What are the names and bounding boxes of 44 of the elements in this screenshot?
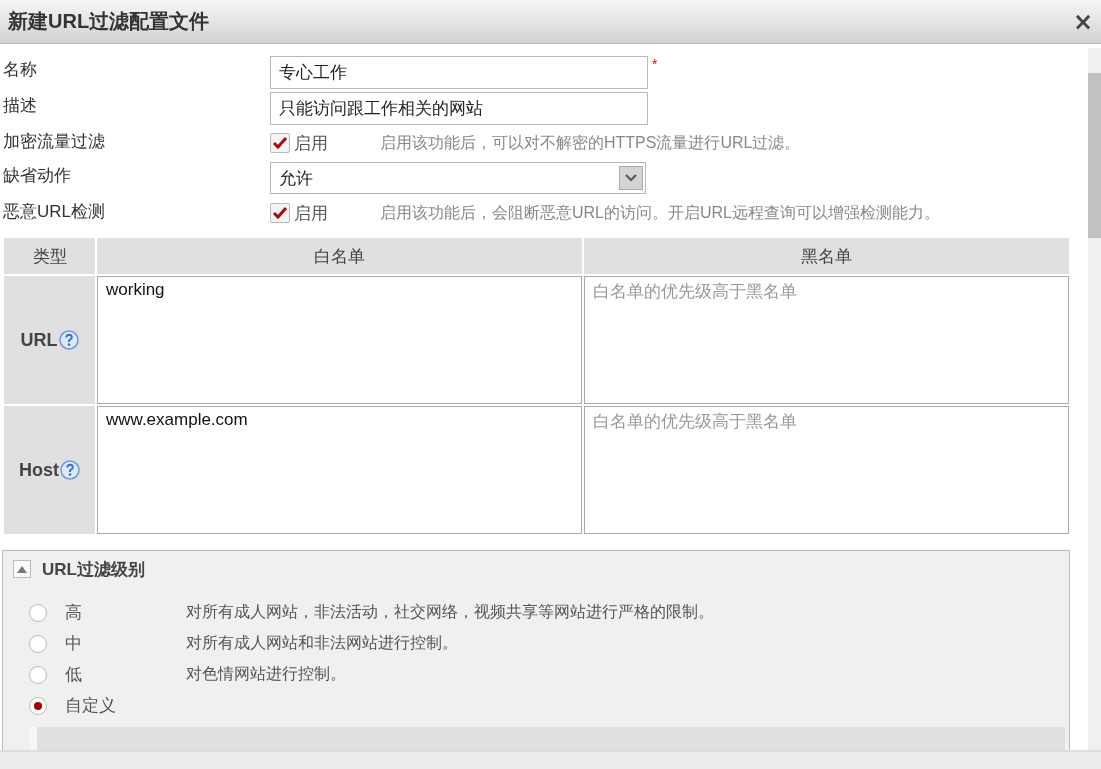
hint-text: 启用该功能后，会阻断恶意URL的访问。开启URL远程查询可以增强检测能力。 bbox=[380, 202, 940, 223]
field-label: 缺省动作 bbox=[2, 165, 72, 187]
radio-button[interactable] bbox=[29, 665, 47, 684]
chevron-down-icon bbox=[619, 166, 643, 190]
checkbox[interactable] bbox=[270, 133, 290, 153]
list-field[interactable]: 白名单的优先级高于黑名单 bbox=[584, 406, 1069, 534]
radio-label: 中 bbox=[65, 633, 83, 655]
text-field[interactable]: 专心工作 bbox=[270, 55, 648, 89]
field-label: 描述 bbox=[2, 95, 38, 117]
help-icon[interactable] bbox=[60, 460, 80, 480]
caret-up-icon bbox=[17, 565, 27, 573]
list-field[interactable]: working bbox=[97, 276, 582, 404]
list-field[interactable]: 白名单的优先级高于黑名单 bbox=[584, 276, 1069, 404]
row-label: Host bbox=[19, 459, 59, 481]
scrollbar[interactable] bbox=[1088, 48, 1101, 750]
checkbox[interactable] bbox=[270, 203, 290, 223]
option-description: 对色情网站进行控制。 bbox=[186, 664, 346, 684]
field-label: 恶意URL检测 bbox=[2, 201, 106, 223]
close-button[interactable]: × bbox=[1070, 7, 1095, 36]
radio-button[interactable] bbox=[29, 634, 47, 653]
section-title: URL过滤级别 bbox=[42, 558, 145, 581]
checkbox-label: 启用 bbox=[294, 202, 329, 225]
list-field[interactable]: www.example.com bbox=[97, 406, 582, 534]
field-label: 名称 bbox=[2, 59, 38, 81]
column-header: 白名单 bbox=[96, 237, 583, 275]
radio-label: 低 bbox=[65, 664, 83, 686]
field-label: 加密流量过滤 bbox=[2, 131, 106, 153]
required-mark: * bbox=[652, 55, 658, 72]
text-field[interactable]: 只能访问跟工作相关的网站 bbox=[270, 91, 648, 125]
radio-label: 自定义 bbox=[65, 695, 117, 717]
option-description: 对所有成人网站，非法活动，社交网络，视频共享等网站进行严格的限制。 bbox=[186, 602, 714, 622]
help-icon[interactable] bbox=[58, 330, 79, 350]
radio-label: 高 bbox=[65, 602, 83, 624]
hint-text: 启用该功能后，可以对不解密的HTTPS流量进行URL过滤。 bbox=[380, 132, 801, 153]
column-header: 黑名单 bbox=[583, 237, 1070, 275]
radio-button[interactable] bbox=[29, 603, 47, 622]
column-header: 类型 bbox=[3, 237, 96, 275]
option-description: 对所有成人网站和非法网站进行控制。 bbox=[186, 633, 458, 653]
dialog-title: 新建URL过滤配置文件 bbox=[8, 9, 210, 34]
radio-button[interactable] bbox=[29, 696, 47, 715]
collapse-button[interactable] bbox=[13, 560, 31, 578]
row-label: URL bbox=[20, 329, 58, 351]
checkbox-label: 启用 bbox=[294, 132, 329, 155]
dropdown[interactable]: 允许 bbox=[270, 162, 646, 194]
